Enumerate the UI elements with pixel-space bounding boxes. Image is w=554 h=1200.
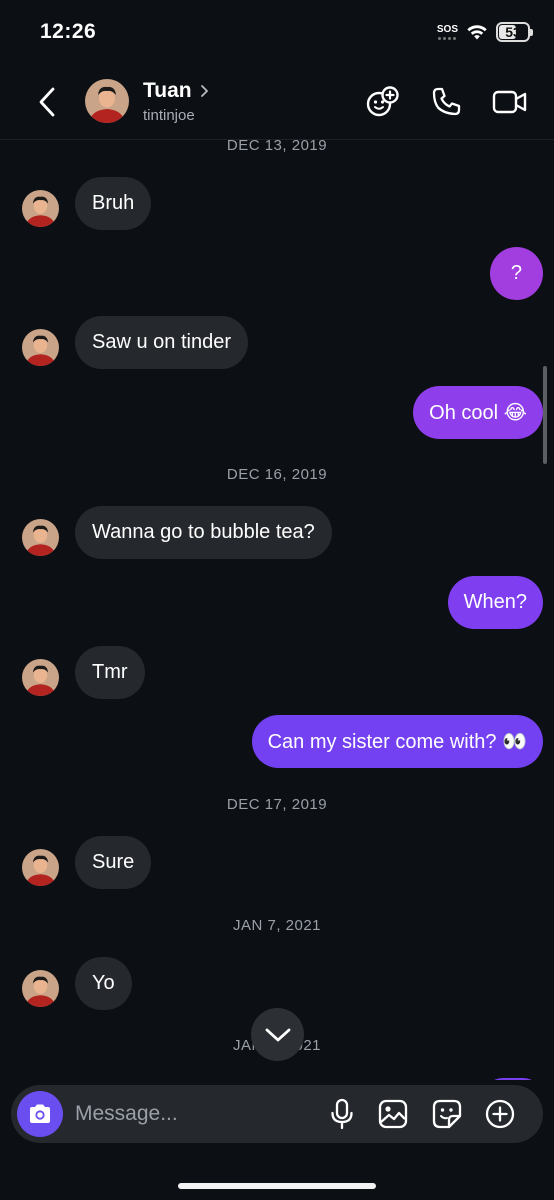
- message-bubble-incoming[interactable]: Sure: [75, 836, 152, 889]
- voice-call-button[interactable]: [426, 82, 466, 122]
- sender-avatar[interactable]: [22, 659, 59, 696]
- video-call-button[interactable]: [490, 82, 530, 122]
- date-divider: DEC 13, 2019: [226, 140, 328, 154]
- battery-icon: 53: [496, 22, 533, 42]
- contact-username: tintinjoe: [143, 107, 195, 124]
- message-bubble-incoming[interactable]: Saw u on tinder: [75, 316, 248, 369]
- scrollbar[interactable]: [543, 366, 547, 464]
- sender-avatar[interactable]: [22, 519, 59, 556]
- date-divider: DEC 16, 2019: [226, 466, 328, 483]
- message-bubble-outgoing[interactable]: ?: [489, 247, 543, 300]
- camera-button[interactable]: [17, 1091, 63, 1137]
- gallery-icon: [378, 1099, 408, 1129]
- message-bubble-outgoing[interactable]: Oh cool 😂: [413, 386, 543, 439]
- message-bubble-outgoing[interactable]: When?: [447, 576, 543, 629]
- message-bubble-incoming[interactable]: Tmr: [75, 646, 145, 699]
- contact-name-button[interactable]: Tuan: [143, 79, 209, 103]
- chevron-right-icon: [200, 85, 208, 97]
- message-row-incoming: Tmr: [0, 646, 554, 700]
- date-divider: JAN 7, 2021: [232, 917, 322, 934]
- sos-label: SOS: [436, 23, 458, 35]
- message-row-outgoing: Oh cool 😂: [0, 386, 554, 440]
- home-indicator[interactable]: [178, 1183, 376, 1189]
- status-icons: SOS 53: [436, 22, 533, 42]
- scroll-to-bottom-button[interactable]: [251, 1008, 304, 1061]
- back-button[interactable]: [30, 82, 64, 122]
- sticker-icon: [432, 1099, 462, 1129]
- message-bubble-incoming[interactable]: Wanna go to bubble tea?: [75, 506, 332, 559]
- video-camera-icon: [492, 90, 527, 114]
- status-bar: 12:26 SOS 53: [0, 0, 554, 62]
- voice-message-button[interactable]: [324, 1096, 360, 1132]
- message-bubble-outgoing-partial[interactable]: [483, 1078, 543, 1080]
- phone-icon: [432, 87, 461, 116]
- message-row-outgoing: Can my sister come with? 👀: [0, 715, 554, 769]
- date-divider: DEC 17, 2019: [226, 796, 328, 813]
- camera-icon: [30, 1104, 50, 1123]
- back-chevron-icon: [39, 87, 55, 117]
- message-row-outgoing: ?: [0, 247, 554, 301]
- sender-avatar[interactable]: [22, 970, 59, 1007]
- sticker-button[interactable]: [429, 1096, 465, 1132]
- status-time: 12:26: [40, 20, 97, 43]
- more-options-button[interactable]: [482, 1096, 518, 1132]
- message-bubble-outgoing[interactable]: Can my sister come with? 👀: [251, 715, 543, 768]
- chat-header: Tuan tintinjoe: [0, 62, 554, 140]
- sender-avatar[interactable]: [22, 849, 59, 886]
- message-composer: [11, 1085, 543, 1143]
- sos-indicator: SOS: [436, 23, 458, 40]
- message-row-incoming: Sure: [0, 836, 554, 890]
- wifi-icon: [467, 25, 487, 40]
- message-row-incoming: Wanna go to bubble tea?: [0, 506, 554, 560]
- message-row-incoming: Saw u on tinder: [0, 316, 554, 370]
- battery-level: 53: [505, 24, 521, 40]
- message-row-incoming: Bruh: [0, 177, 554, 231]
- gallery-button[interactable]: [375, 1096, 411, 1132]
- message-row-outgoing: When?: [0, 576, 554, 630]
- chevron-down-icon: [265, 1028, 290, 1041]
- sender-avatar[interactable]: [22, 329, 59, 366]
- message-bubble-incoming[interactable]: Bruh: [75, 177, 152, 230]
- message-thread[interactable]: DEC 13, 2019 Bruh ? Saw u on tinder Oh c…: [0, 140, 554, 1080]
- message-bubble-incoming[interactable]: Yo: [75, 957, 132, 1010]
- contact-name: Tuan: [143, 79, 192, 102]
- message-input[interactable]: [75, 1093, 315, 1135]
- games-icon: [366, 86, 399, 117]
- sender-avatar[interactable]: [22, 190, 59, 227]
- microphone-icon: [331, 1098, 353, 1130]
- contact-avatar[interactable]: [85, 79, 129, 123]
- games-button[interactable]: [362, 82, 402, 122]
- message-row-incoming: Yo: [0, 957, 554, 1011]
- plus-circle-icon: [485, 1099, 515, 1129]
